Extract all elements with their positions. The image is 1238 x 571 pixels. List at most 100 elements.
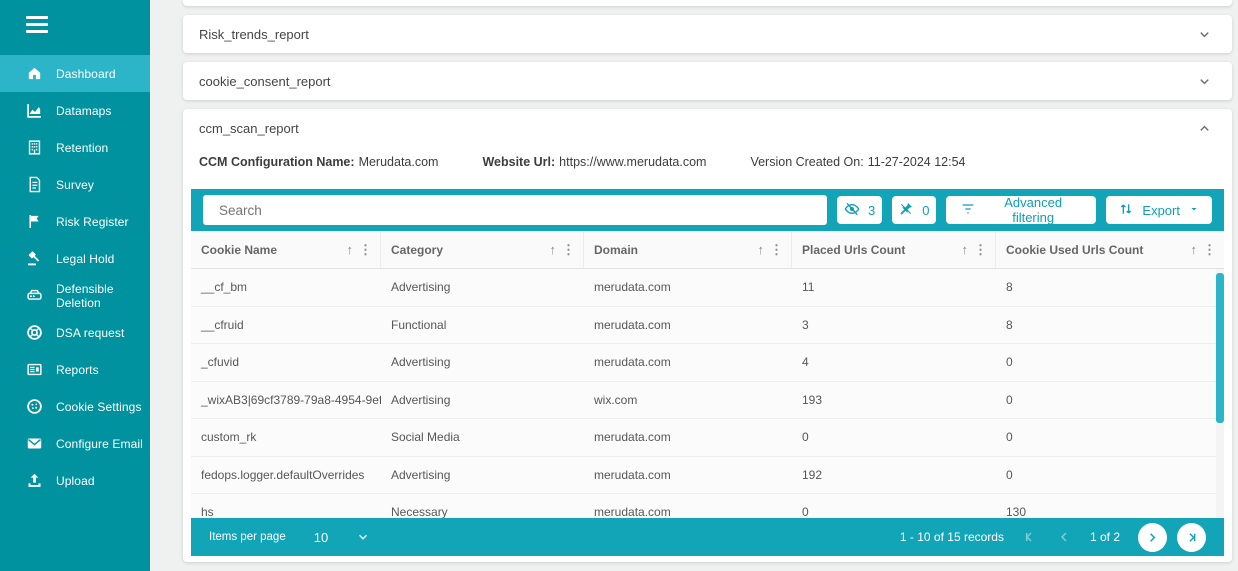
advanced-filtering-button[interactable]: Advanced filtering bbox=[945, 195, 1097, 225]
last-page-button[interactable] bbox=[1177, 522, 1206, 552]
table-row[interactable]: _wixAB3|69cf3789-79a8-4954-9efb-44e5... … bbox=[191, 381, 1224, 419]
sidebar-item-label: Dashboard bbox=[56, 66, 116, 81]
column-header-category[interactable]: Category ↑ ⋮ bbox=[381, 231, 584, 268]
sidebar-item-label: Datamaps bbox=[56, 103, 112, 118]
meta-config-name: CCM Configuration Name: Merudata.com bbox=[199, 155, 438, 169]
chevron-down-icon[interactable] bbox=[1197, 74, 1212, 89]
export-button[interactable]: Export bbox=[1106, 196, 1212, 224]
chevron-up-icon[interactable] bbox=[1197, 121, 1212, 136]
sidebar-item-cookie-settings[interactable]: Cookie Settings bbox=[0, 388, 150, 425]
envelope-icon bbox=[26, 435, 43, 452]
sidebar-item-configure-email[interactable]: Configure Email bbox=[0, 425, 150, 462]
column-menu-icon[interactable]: ⋮ bbox=[974, 242, 987, 258]
cell-cookie-name: __cfruid bbox=[201, 317, 244, 332]
next-page-button[interactable] bbox=[1138, 522, 1167, 552]
cell-category: Advertising bbox=[391, 280, 451, 295]
sidebar-item-label: DSA request bbox=[56, 325, 125, 340]
column-menu-icon[interactable]: ⋮ bbox=[770, 242, 783, 258]
pagination-bar: Items per page 10 1 - 10 of 15 records 1… bbox=[191, 518, 1224, 556]
sidebar-item-datamaps[interactable]: Datamaps bbox=[0, 92, 150, 129]
sidebar-item-reports[interactable]: Reports bbox=[0, 351, 150, 388]
sort-asc-icon[interactable]: ↑ bbox=[550, 242, 557, 257]
meta-config-value: Merudata.com bbox=[358, 155, 439, 169]
column-menu-icon[interactable]: ⋮ bbox=[562, 242, 575, 258]
cell-domain: merudata.com bbox=[594, 467, 671, 482]
table-row[interactable]: __cfruid Functional merudata.com 3 8 bbox=[191, 306, 1224, 344]
sidebar-item-label: Legal Hold bbox=[56, 251, 115, 266]
cell-cookie-name: hs bbox=[201, 505, 214, 518]
menu-toggle-icon[interactable] bbox=[0, 0, 150, 49]
table-header-row: Cookie Name ↑ ⋮ Category ↑ ⋮ Domain ↑ ⋮ Pla… bbox=[191, 231, 1224, 269]
sidebar: Dashboard Datamaps Retention Survey Risk bbox=[0, 0, 150, 571]
pagination-buttons bbox=[1138, 522, 1206, 552]
sidebar-item-retention[interactable]: Retention bbox=[0, 129, 150, 166]
home-icon bbox=[26, 65, 43, 82]
meta-version-value: 11-27-2024 12:54 bbox=[867, 155, 966, 169]
column-label: Placed Urls Count bbox=[802, 242, 906, 257]
table-row[interactable]: custom_rk Social Media merudata.com 0 0 bbox=[191, 419, 1224, 457]
panel-header-cookie-consent[interactable]: cookie_consent_report bbox=[183, 62, 1232, 100]
column-header-domain[interactable]: Domain ↑ ⋮ bbox=[584, 231, 792, 268]
building-icon bbox=[26, 139, 43, 156]
panel-title: ccm_scan_report bbox=[199, 120, 299, 136]
column-header-cookie-used-urls[interactable]: Cookie Used Urls Count ↑ ⋮ bbox=[996, 231, 1224, 268]
chevron-down-icon[interactable] bbox=[1197, 27, 1212, 42]
hidden-columns-button[interactable]: 3 bbox=[837, 196, 882, 224]
column-header-cookie-name[interactable]: Cookie Name ↑ ⋮ bbox=[191, 231, 381, 268]
sidebar-item-risk-register[interactable]: Risk Register bbox=[0, 203, 150, 240]
cell-category: Necessary bbox=[391, 505, 448, 518]
column-label: Category bbox=[391, 242, 444, 257]
sidebar-item-dashboard[interactable]: Dashboard bbox=[0, 55, 150, 92]
sort-asc-icon[interactable]: ↑ bbox=[962, 242, 969, 257]
table-row[interactable]: _cfuvid Advertising merudata.com 4 0 bbox=[191, 344, 1224, 382]
items-per-page-chevron-icon[interactable] bbox=[356, 530, 370, 544]
hidden-columns-count: 3 bbox=[867, 202, 876, 218]
cell-used-count: 0 bbox=[1006, 430, 1013, 445]
cell-used-count: 0 bbox=[1006, 355, 1013, 370]
cell-used-count: 8 bbox=[1006, 280, 1013, 295]
cell-category: Advertising bbox=[391, 392, 451, 407]
table-row[interactable]: hs Necessary merudata.com 0 130 bbox=[191, 494, 1224, 518]
table-row[interactable]: fedops.logger.defaultOverrides Advertisi… bbox=[191, 456, 1224, 494]
sidebar-item-defensible-deletion[interactable]: Defensible Deletion bbox=[0, 277, 150, 314]
main-content: Risk_trends_report cookie_consent_report… bbox=[150, 0, 1238, 571]
sort-asc-icon[interactable]: ↑ bbox=[347, 242, 354, 257]
column-menu-icon[interactable]: ⋮ bbox=[1203, 242, 1216, 258]
first-page-icon[interactable] bbox=[1022, 529, 1038, 545]
sidebar-item-legal-hold[interactable]: Legal Hold bbox=[0, 240, 150, 277]
cell-domain: merudata.com bbox=[594, 505, 671, 518]
cell-category: Functional bbox=[391, 317, 447, 332]
cell-placed-count: 3 bbox=[802, 317, 809, 332]
drive-icon bbox=[26, 287, 43, 304]
sidebar-item-label: Configure Email bbox=[56, 436, 143, 451]
sidebar-item-upload[interactable]: Upload bbox=[0, 462, 150, 499]
column-menu-icon[interactable]: ⋮ bbox=[359, 242, 372, 258]
cell-domain: merudata.com bbox=[594, 355, 671, 370]
panel-header-ccm-scan[interactable]: ccm_scan_report bbox=[183, 109, 1232, 147]
previous-page-icon[interactable] bbox=[1056, 529, 1072, 545]
gavel-icon bbox=[26, 250, 43, 267]
cell-placed-count: 0 bbox=[802, 505, 809, 518]
sidebar-item-survey[interactable]: Survey bbox=[0, 166, 150, 203]
table-body: __cf_bm Advertising merudata.com 11 8 __… bbox=[191, 269, 1224, 518]
search-input[interactable] bbox=[203, 195, 828, 225]
sort-asc-icon[interactable]: ↑ bbox=[1191, 242, 1198, 257]
partial-panel-top bbox=[183, 0, 1232, 6]
vertical-scrollbar-thumb[interactable] bbox=[1216, 273, 1224, 423]
cell-cookie-name: fedops.logger.defaultOverrides bbox=[201, 467, 365, 482]
cell-placed-count: 193 bbox=[802, 392, 823, 407]
lifebuoy-icon bbox=[26, 324, 43, 341]
cookie-table: Cookie Name ↑ ⋮ Category ↑ ⋮ Domain ↑ ⋮ Pla… bbox=[191, 231, 1224, 518]
sort-asc-icon[interactable]: ↑ bbox=[758, 242, 765, 257]
table-row[interactable]: __cf_bm Advertising merudata.com 11 8 bbox=[191, 269, 1224, 307]
area-chart-icon bbox=[26, 102, 43, 119]
pinned-columns-button[interactable]: 0 bbox=[891, 196, 936, 224]
sidebar-item-dsa-request[interactable]: DSA request bbox=[0, 314, 150, 351]
sidebar-item-label: Upload bbox=[56, 473, 95, 488]
column-header-placed-urls[interactable]: Placed Urls Count ↑ ⋮ bbox=[792, 231, 996, 268]
panel-header-risk-trends[interactable]: Risk_trends_report bbox=[183, 15, 1232, 53]
cell-used-count: 130 bbox=[1006, 505, 1027, 518]
items-per-page-value[interactable]: 10 bbox=[314, 530, 328, 545]
cell-domain: merudata.com bbox=[594, 280, 671, 295]
cell-placed-count: 4 bbox=[802, 355, 809, 370]
